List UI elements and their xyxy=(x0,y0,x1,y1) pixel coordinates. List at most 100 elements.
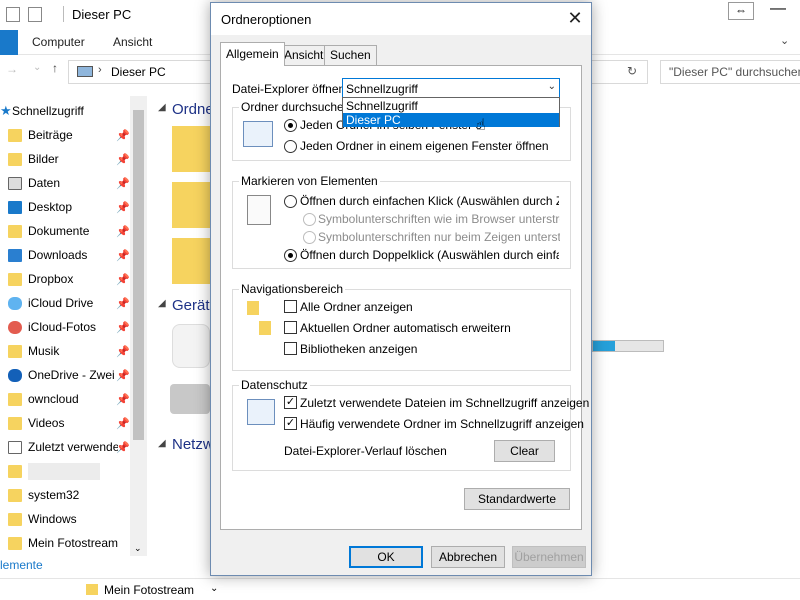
back-icon[interactable]: → xyxy=(6,62,18,76)
radio-single-click[interactable] xyxy=(284,195,297,208)
nav-item-beitraege[interactable]: Beiträge 📌 xyxy=(0,124,140,148)
properties-icon[interactable] xyxy=(6,7,20,22)
folder-tile-icon[interactable] xyxy=(172,238,210,284)
breadcrumb-chevron-icon[interactable]: › xyxy=(98,64,102,76)
pin-icon[interactable]: 📌 xyxy=(116,273,130,286)
pin-icon[interactable]: 📌 xyxy=(116,393,130,406)
nav-item-onedrive[interactable]: OneDrive - Zweit 📌 xyxy=(0,364,140,388)
bottom-item-label[interactable]: Mein Fotostream xyxy=(104,583,194,597)
nav-item-blurred[interactable] xyxy=(0,460,140,484)
checkbox-expand-current[interactable] xyxy=(284,321,297,334)
radio-same-window[interactable] xyxy=(284,119,297,132)
checkbox-recent-files[interactable]: ✓ xyxy=(284,396,297,409)
pin-icon[interactable]: 📌 xyxy=(116,201,130,214)
option-label[interactable]: Öffnen durch Doppelklick (Auswählen durc… xyxy=(300,248,559,262)
nav-item-owncloud[interactable]: owncloud 📌 xyxy=(0,388,140,412)
tab-computer[interactable]: Computer xyxy=(32,35,85,49)
nav-item-desktop[interactable]: Desktop 📌 xyxy=(0,196,140,220)
nav-item-mein-fotostream[interactable]: Mein Fotostream xyxy=(0,532,140,556)
option-label[interactable]: Häufig verwendete Ordner im Schnellzugri… xyxy=(300,417,584,431)
radio-own-window[interactable] xyxy=(284,140,297,153)
nav-item-dokumente[interactable]: Dokumente 📌 xyxy=(0,220,140,244)
cancel-button[interactable]: Abbrechen xyxy=(431,546,505,568)
option-label[interactable]: Zuletzt verwendete Dateien im Schnellzug… xyxy=(300,396,589,410)
pin-icon[interactable]: 📌 xyxy=(116,369,130,382)
pin-icon[interactable]: 📌 xyxy=(116,417,130,430)
tab-datei[interactable] xyxy=(0,30,18,55)
nav-item-videos[interactable]: Videos 📌 xyxy=(0,412,140,436)
open-for-select[interactable]: Schnellzugriff ⌄ xyxy=(342,78,560,98)
clear-button[interactable]: Clear xyxy=(494,440,555,462)
nav-item-zuletzt-verwendet[interactable]: Zuletzt verwende 📌 xyxy=(0,436,140,460)
tab-ansicht[interactable]: Ansicht xyxy=(113,35,152,49)
option-label: Symbolunterschriften nur beim Zeigen unt… xyxy=(318,230,560,244)
tab-ansicht[interactable]: Ansicht xyxy=(278,45,330,65)
close-icon[interactable]: ✕ xyxy=(559,3,591,33)
nav-item-musik[interactable]: Musik 📌 xyxy=(0,340,140,364)
dialog-titlebar[interactable]: Ordneroptionen ✕ xyxy=(211,3,591,35)
scroll-down-icon[interactable]: ⌄ xyxy=(134,543,142,554)
pin-icon[interactable]: 📌 xyxy=(116,297,130,310)
section-heading-ordner[interactable]: Ordne xyxy=(172,101,214,118)
pin-icon[interactable]: 📌 xyxy=(116,129,130,142)
chevron-down-icon[interactable]: ⌄ xyxy=(780,34,789,47)
nav-scrollbar[interactable]: ⌄ xyxy=(130,96,147,556)
folder-tile-icon[interactable] xyxy=(172,126,210,172)
pin-icon[interactable]: 📌 xyxy=(116,321,130,334)
tab-suchen[interactable]: Suchen xyxy=(324,45,377,65)
nav-item-daten[interactable]: Daten 📌 xyxy=(0,172,140,196)
chevron-down-icon[interactable]: ⌄ xyxy=(210,583,218,594)
apply-button[interactable]: Übernehmen xyxy=(512,546,586,568)
pin-icon[interactable]: 📌 xyxy=(116,153,130,166)
pin-icon[interactable]: 📌 xyxy=(116,177,130,190)
collapse-icon[interactable]: ◢ xyxy=(158,102,166,113)
tab-allgemein[interactable]: Allgemein xyxy=(220,42,285,66)
section-heading-netzwerk[interactable]: Netzw xyxy=(172,436,214,453)
nav-item-downloads[interactable]: Downloads 📌 xyxy=(0,244,140,268)
up-icon[interactable]: ↑ xyxy=(52,61,58,75)
nav-item-icloud-drive[interactable]: iCloud Drive 📌 xyxy=(0,292,140,316)
folder-icon xyxy=(8,465,22,478)
separator xyxy=(63,6,64,22)
checkbox-frequent-folders[interactable]: ✓ xyxy=(284,417,297,430)
radio-underline-browser[interactable] xyxy=(303,213,316,226)
dropdown-option-schnellzugriff[interactable]: Schnellzugriff xyxy=(343,99,559,113)
nav-item-bilder[interactable]: Bilder 📌 xyxy=(0,148,140,172)
folder-tile-icon[interactable] xyxy=(172,182,210,228)
nav-item-icloud-fotos[interactable]: iCloud-Fotos 📌 xyxy=(0,316,140,340)
checkbox-libraries[interactable] xyxy=(284,342,297,355)
option-label[interactable]: Aktuellen Ordner automatisch erweitern xyxy=(300,321,511,335)
pin-icon[interactable]: 📌 xyxy=(116,345,130,358)
icloud-photos-tile-icon[interactable] xyxy=(172,324,210,368)
pin-icon[interactable]: 📌 xyxy=(116,249,130,262)
refresh-icon[interactable]: ↻ xyxy=(627,64,637,78)
option-label[interactable]: Alle Ordner anzeigen xyxy=(300,300,413,314)
collapse-icon[interactable]: ◢ xyxy=(158,438,166,449)
new-folder-icon[interactable] xyxy=(28,7,42,22)
ok-button[interactable]: OK xyxy=(349,546,423,568)
history-chevron-icon[interactable]: ⌄ xyxy=(33,62,41,73)
chevron-down-icon[interactable]: ⌄ xyxy=(548,81,556,92)
radio-double-click[interactable] xyxy=(284,249,297,262)
pin-icon[interactable]: 📌 xyxy=(116,225,130,238)
nav-item-system32[interactable]: system32 xyxy=(0,484,140,508)
drive-tile-icon[interactable] xyxy=(170,384,210,414)
nav-item-dropbox[interactable]: Dropbox 📌 xyxy=(0,268,140,292)
scrollbar-thumb[interactable] xyxy=(133,110,144,440)
option-label[interactable]: Jeden Ordner in einem eigenen Fenster öf… xyxy=(300,139,549,153)
nav-item-schnellzugriff[interactable]: ★ Schnellzugriff xyxy=(0,100,140,124)
minimize-icon[interactable]: — xyxy=(770,0,786,18)
restore-icon[interactable]: ⇔ xyxy=(728,2,754,20)
collapse-icon[interactable]: ◢ xyxy=(158,298,166,309)
radio-underline-hover[interactable] xyxy=(303,231,316,244)
pin-icon[interactable]: 📌 xyxy=(116,441,130,454)
nav-item-windows[interactable]: Windows xyxy=(0,508,140,532)
dialog-title: Ordneroptionen xyxy=(221,12,312,27)
checkbox-all-folders[interactable] xyxy=(284,300,297,313)
breadcrumb[interactable]: Dieser PC xyxy=(111,65,166,79)
option-label[interactable]: Öffnen durch einfachen Klick (Auswählen … xyxy=(300,194,559,208)
option-label[interactable]: Bibliotheken anzeigen xyxy=(300,342,417,356)
restore-defaults-button[interactable]: Standardwerte xyxy=(464,488,570,510)
search-input[interactable]: "Dieser PC" durchsuchen xyxy=(660,60,800,84)
dropdown-option-dieser-pc[interactable]: Dieser PC xyxy=(343,113,559,127)
